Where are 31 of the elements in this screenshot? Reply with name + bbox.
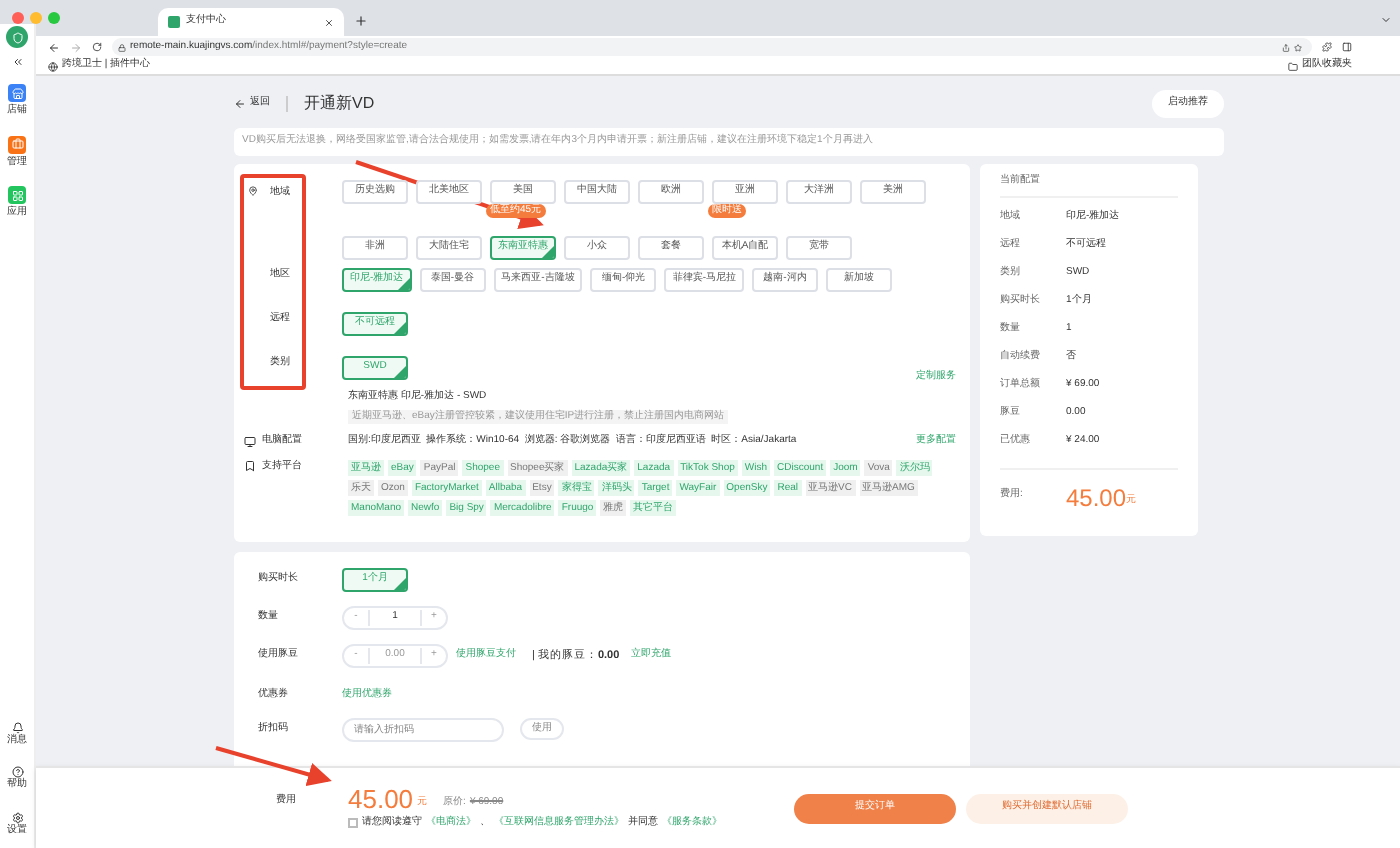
globe-icon	[48, 61, 58, 71]
settings-icon[interactable]	[11, 811, 23, 823]
close-window-icon[interactable]	[12, 12, 24, 24]
reload-icon[interactable]	[92, 42, 102, 52]
sidebar-app-icon[interactable]	[8, 135, 26, 153]
share-icon[interactable]	[1282, 43, 1290, 51]
check-corner-icon	[394, 321, 406, 334]
agree-checkbox[interactable]	[348, 818, 358, 828]
location-pin-icon	[248, 186, 258, 196]
sidebar-app-icon[interactable]	[8, 84, 26, 102]
monitor-icon	[244, 435, 256, 448]
bookmark-icon	[244, 459, 256, 471]
page-title: 开通新VD	[304, 92, 375, 116]
back-icon[interactable]	[48, 41, 60, 53]
bookmark-star-icon[interactable]	[1294, 43, 1302, 51]
help-icon[interactable]	[11, 766, 23, 778]
fee-amount: 45.00	[348, 785, 414, 812]
sidebar-app-icon[interactable]	[8, 186, 26, 204]
back-arrow-icon[interactable]	[234, 98, 246, 110]
annotation-arrow	[215, 746, 332, 787]
folder-icon	[1288, 61, 1298, 71]
tab-favicon-icon	[168, 16, 180, 28]
check-corner-icon	[394, 578, 406, 590]
bell-icon[interactable]	[11, 721, 23, 733]
tab-list-icon[interactable]	[1380, 14, 1392, 26]
extensions-icon[interactable]	[1322, 42, 1332, 52]
new-tab-icon[interactable]	[354, 14, 368, 28]
fee-amount: 45.00	[1066, 485, 1127, 509]
side-panel-icon[interactable]	[1342, 42, 1352, 52]
lock-icon	[118, 43, 126, 51]
check-corner-icon	[394, 365, 406, 378]
